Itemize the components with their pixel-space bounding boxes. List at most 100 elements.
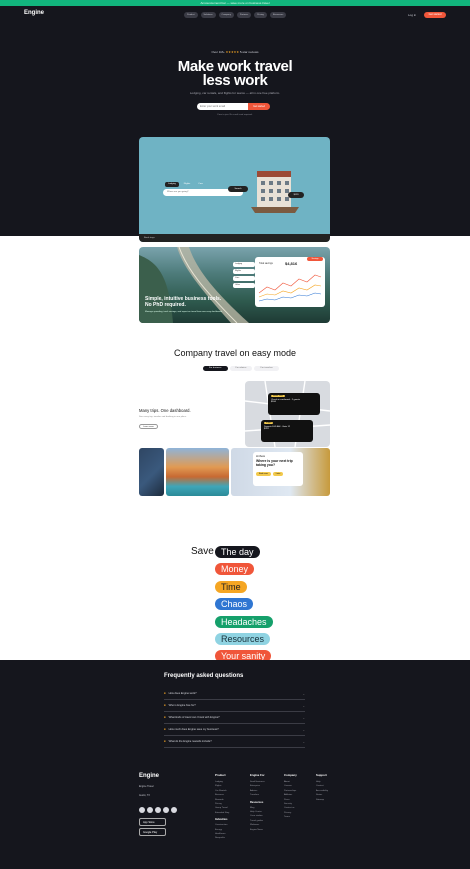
footer-link[interactable]: Engine News bbox=[250, 828, 282, 832]
footer-column-support: Support Help Contact Accessibility Statu… bbox=[316, 773, 348, 802]
faq-item[interactable]: ■ Who is Engine free for? ⌄ bbox=[164, 700, 305, 712]
booking-tabs: Lodging Flights Cars bbox=[165, 182, 206, 187]
promo-banner[interactable]: Announcement bar — save more on business… bbox=[0, 0, 470, 6]
map-price-pin[interactable]: $129 bbox=[288, 192, 304, 198]
tab-travelers[interactable]: For travelers bbox=[254, 366, 279, 371]
footer-column-title: Engine For bbox=[250, 773, 265, 777]
save-chip-time: Time bbox=[215, 581, 247, 593]
faq-question: What do the Engine rewards include? bbox=[168, 740, 212, 743]
tab-cars[interactable]: Cars bbox=[195, 182, 206, 187]
save-chip-headaches: Headaches bbox=[215, 616, 273, 628]
faq-item[interactable]: ■ How does Engine work? ⌄ bbox=[164, 688, 305, 700]
legend-item: Cars bbox=[233, 276, 255, 281]
legend-item: Other bbox=[233, 283, 255, 288]
linkedin-icon[interactable] bbox=[139, 807, 145, 813]
save-chip-resources: Resources bbox=[215, 633, 271, 645]
chevron-down-icon: ⌄ bbox=[302, 739, 305, 744]
hero-subtitle: Lodging, car rentals, and flights for te… bbox=[189, 91, 281, 95]
stays-card-footer: Book stays bbox=[139, 234, 330, 242]
hero-title-line2: less work bbox=[202, 72, 268, 89]
learn-more-button[interactable]: Learn more bbox=[139, 424, 158, 429]
footer-column-product: Product Lodging Flights Car Rentals Busi… bbox=[215, 773, 247, 841]
rating-line: Over 1M+ ★★★★★ 5-star reviews bbox=[0, 50, 470, 54]
nav-link-product[interactable]: Product bbox=[184, 12, 198, 18]
login-link[interactable]: Log in bbox=[408, 12, 416, 18]
trip-card-flight[interactable]: Flight Departs 8:45 AM · Gate 12 $312 bbox=[261, 420, 313, 442]
later-button[interactable]: Later bbox=[272, 471, 284, 476]
save-chip-chaos: Chaos bbox=[215, 598, 254, 610]
legend-item: Lodging bbox=[233, 262, 255, 267]
book-now-button[interactable]: Book now bbox=[256, 471, 271, 476]
footer-column-title: Product bbox=[215, 773, 226, 777]
feature-description: See every trip, traveler and booking in … bbox=[139, 416, 187, 418]
social-links bbox=[139, 807, 177, 813]
rating-prefix: Over 1M+ bbox=[211, 50, 225, 54]
x-icon[interactable] bbox=[163, 807, 169, 813]
save-heading: Save bbox=[191, 546, 214, 557]
faq-item[interactable]: ■ What kinds of travel can I book with En… bbox=[164, 712, 305, 724]
hero-title: Make work travel less work bbox=[0, 59, 470, 89]
faq-question: Who is Engine free for? bbox=[168, 704, 196, 707]
tab-flights[interactable]: Flights bbox=[181, 182, 193, 187]
legend-item: Flights bbox=[233, 269, 255, 274]
footer-column-company: Company About Careers Partnerships Affil… bbox=[284, 773, 316, 820]
rating-suffix: 5-star reviews bbox=[239, 50, 259, 54]
footer-link[interactable]: Sitemap bbox=[316, 798, 348, 802]
faq-item[interactable]: ■ How much does Engine save my business? ⌄ bbox=[164, 724, 305, 736]
nav-link-solutions[interactable]: Solutions bbox=[200, 12, 216, 18]
google-play-button[interactable]: Google Play bbox=[139, 828, 166, 836]
nav-link-company[interactable]: Company bbox=[218, 12, 234, 18]
faq-bullet-icon: ■ bbox=[164, 716, 166, 719]
faq-list: ■ How does Engine work? ⌄ ■ Who is Engine f… bbox=[164, 688, 305, 748]
app-store-button[interactable]: App Store bbox=[139, 818, 166, 826]
nav-link-pricing[interactable]: Pricing bbox=[254, 12, 267, 18]
footer-address-line2: Austin, TX bbox=[139, 794, 150, 797]
next-trip-prompt-card: Hi there Where is your next trip taking … bbox=[253, 452, 303, 486]
footer-link[interactable]: Nonprofits bbox=[215, 836, 247, 840]
facebook-icon[interactable] bbox=[147, 807, 153, 813]
faq-title: Frequently asked questions bbox=[164, 673, 244, 679]
faq-question: How does Engine work? bbox=[168, 692, 197, 695]
save-chip-the-day: The day bbox=[215, 546, 260, 558]
nav-link-resources[interactable]: Resources bbox=[269, 12, 287, 18]
signup-button[interactable]: Get started bbox=[424, 12, 446, 18]
youtube-icon[interactable] bbox=[171, 807, 177, 813]
trip-card-hotel[interactable]: Hotel stay Check-in confirmed · 2 guests… bbox=[268, 393, 320, 415]
resort-pool-photo bbox=[166, 448, 229, 496]
tab-admins[interactable]: For admins bbox=[229, 366, 253, 371]
footer-address-line1: Engine Travel bbox=[139, 785, 154, 788]
hero-cta-button[interactable]: Get started bbox=[248, 103, 270, 110]
footer-link[interactable]: Travelers bbox=[250, 793, 282, 797]
feature-title: Many trips. One dashboard. bbox=[139, 408, 191, 413]
faq-bullet-icon: ■ bbox=[164, 704, 166, 707]
footer-subtitle: Resources bbox=[250, 800, 264, 804]
graph-value: $4,816 bbox=[285, 261, 298, 266]
footer-link[interactable]: Extended Stay bbox=[215, 811, 247, 815]
trip-card-price: $184 bbox=[271, 401, 276, 403]
search-button[interactable]: Search bbox=[228, 186, 248, 192]
insights-description: Manage spending, track savings, and repo… bbox=[145, 311, 223, 313]
email-input[interactable] bbox=[197, 103, 249, 110]
footer-subtitle: Industries bbox=[215, 818, 228, 822]
nav-link-partners[interactable]: Partners bbox=[236, 12, 252, 18]
tab-lodging[interactable]: Lodging bbox=[165, 182, 179, 187]
graph-tag: Savings bbox=[307, 257, 323, 261]
faq-bullet-icon: ■ bbox=[164, 728, 166, 731]
faq-bullet-icon: ■ bbox=[164, 692, 166, 695]
main-nav: Product Solutions Company Partners Prici… bbox=[184, 12, 287, 18]
prompt-kicker: Hi there bbox=[256, 455, 266, 458]
footer-link[interactable]: Terms bbox=[284, 815, 316, 819]
chevron-down-icon: ⌄ bbox=[302, 691, 305, 696]
chevron-down-icon: ⌄ bbox=[302, 727, 305, 732]
footer-logo[interactable]: Engine bbox=[139, 773, 159, 779]
trip-card-price: $312 bbox=[264, 428, 269, 430]
faq-question: How much does Engine save my business? bbox=[168, 728, 219, 731]
faq-item[interactable]: ■ What do the Engine rewards include? ⌄ bbox=[164, 736, 305, 748]
faq-bullet-icon: ■ bbox=[164, 740, 166, 743]
instagram-icon[interactable] bbox=[155, 807, 161, 813]
engine-logo[interactable]: Engine bbox=[24, 10, 44, 16]
chevron-down-icon: ⌄ bbox=[302, 703, 305, 708]
tab-business[interactable]: For business bbox=[203, 366, 228, 371]
insights-title: Simple, intuitive business tools. No PhD… bbox=[145, 296, 222, 308]
footer-column-title: Company bbox=[284, 773, 297, 777]
